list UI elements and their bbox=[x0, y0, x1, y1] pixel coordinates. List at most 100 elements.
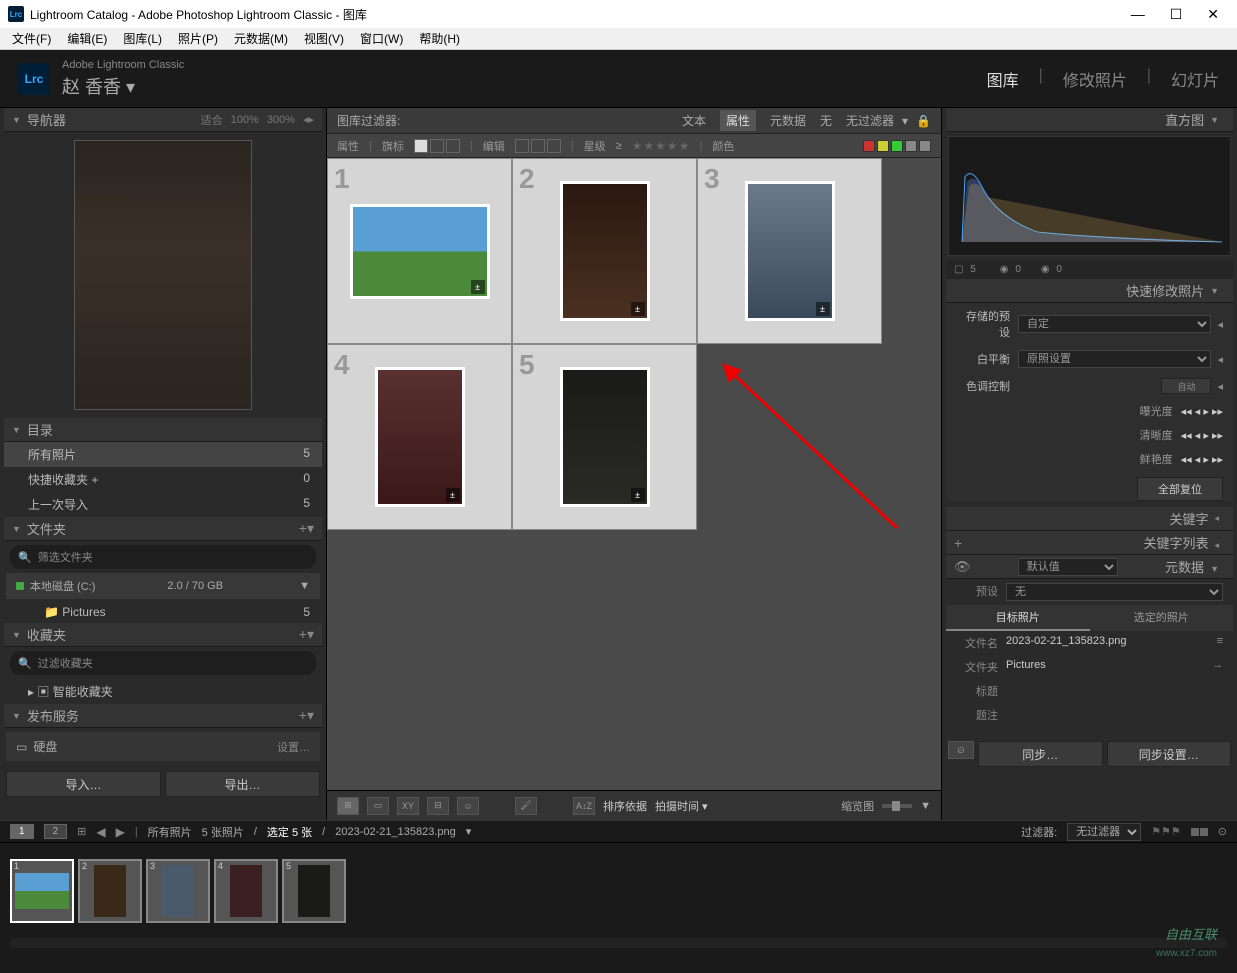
exposure-dec[interactable]: ◂ bbox=[1195, 406, 1201, 418]
histogram[interactable] bbox=[948, 136, 1231, 256]
folder-disk[interactable]: 本地磁盘 (C:) 2.0 / 70 GB ▼ bbox=[6, 573, 320, 599]
sync-settings-button[interactable]: 同步设置… bbox=[1107, 741, 1232, 767]
import-button[interactable]: 导入… bbox=[6, 771, 161, 797]
disclosure-icon[interactable]: ◂ bbox=[1217, 318, 1223, 331]
goto-icon[interactable]: → bbox=[1212, 659, 1223, 675]
compare-view-icon[interactable]: XY bbox=[397, 797, 419, 815]
folder-pictures[interactable]: 📁 Pictures 5 bbox=[4, 601, 322, 623]
filter-text-tab[interactable]: 文本 bbox=[682, 112, 706, 129]
disclosure-icon[interactable]: ◂ bbox=[1217, 380, 1223, 393]
people-view-icon[interactable]: ☺ bbox=[457, 797, 479, 815]
color-yellow[interactable] bbox=[877, 140, 889, 152]
vibrance-dec2[interactable]: ◂◂ bbox=[1181, 454, 1192, 466]
grid-area[interactable]: 1 ± 2 ± 3 ± 4 ± 5 ± bbox=[327, 158, 941, 790]
lock-icon[interactable]: 🔒 bbox=[916, 114, 931, 128]
star-2[interactable]: ★ bbox=[643, 139, 654, 153]
filmstrip-scrollbar[interactable] bbox=[10, 938, 1227, 948]
nav-zoom-300[interactable]: 300% bbox=[267, 114, 295, 126]
filter-preset[interactable]: 无过滤器 bbox=[846, 112, 894, 129]
folders-header[interactable]: ▼文件夹 +▾ bbox=[4, 517, 322, 541]
flag-filter-icon[interactable]: ⚑⚑⚑ bbox=[1151, 825, 1181, 838]
edit-2[interactable] bbox=[531, 139, 545, 153]
histogram-header[interactable]: 直方图▼ bbox=[946, 108, 1233, 132]
film-cell-1[interactable]: 1 bbox=[10, 859, 74, 923]
secondary-display[interactable]: 2 bbox=[44, 824, 68, 839]
preset-select[interactable]: 自定 bbox=[1018, 315, 1211, 333]
navigator-header[interactable]: ▼ 导航器 适合 100% 300% ◂▸ bbox=[4, 108, 322, 132]
exposure-inc2[interactable]: ▸▸ bbox=[1212, 406, 1223, 418]
grid-cell-2[interactable]: 2 ± bbox=[512, 158, 697, 344]
star-1[interactable]: ★ bbox=[632, 139, 643, 153]
action-icon[interactable]: ≡ bbox=[1217, 635, 1223, 651]
sort-value[interactable]: 拍摄时间 ▾ bbox=[655, 798, 708, 814]
catalog-quick-collection[interactable]: 快捷收藏夹 +0 bbox=[4, 467, 322, 492]
color-purple[interactable] bbox=[919, 140, 931, 152]
publish-add[interactable]: +▾ bbox=[299, 707, 314, 724]
close-button[interactable]: ✕ bbox=[1207, 6, 1219, 23]
edit-3[interactable] bbox=[547, 139, 561, 153]
film-cell-4[interactable]: 4 bbox=[214, 859, 278, 923]
keywordlist-add[interactable]: + bbox=[954, 535, 962, 551]
minimize-button[interactable]: — bbox=[1131, 6, 1145, 23]
metadata-header[interactable]: 👁 默认值 元数据▼ bbox=[946, 555, 1233, 579]
metadata-view-select[interactable]: 默认值 bbox=[1018, 558, 1118, 576]
menu-view[interactable]: 视图(V) bbox=[296, 30, 352, 47]
survey-view-icon[interactable]: ⊟ bbox=[427, 797, 449, 815]
nav-fit[interactable]: 适合 bbox=[201, 112, 223, 128]
grid-cell-1[interactable]: 1 ± bbox=[327, 158, 512, 344]
menu-help[interactable]: 帮助(H) bbox=[411, 30, 468, 47]
filmstrip[interactable]: 1 2 3 4 5 bbox=[0, 842, 1237, 938]
nav-forward[interactable]: ▶ bbox=[116, 825, 125, 839]
catalog-header[interactable]: ▼目录 bbox=[4, 418, 322, 442]
thumbnail-slider[interactable] bbox=[882, 804, 912, 808]
user-name[interactable]: 赵 香香 ▾ bbox=[62, 73, 184, 99]
source-path[interactable]: 所有照片 bbox=[148, 824, 192, 840]
clarity-inc[interactable]: ▸ bbox=[1203, 430, 1209, 442]
sort-direction-icon[interactable]: A↕Z bbox=[573, 797, 595, 815]
publish-header[interactable]: ▼发布服务 +▾ bbox=[4, 704, 322, 728]
menu-metadata[interactable]: 元数据(M) bbox=[226, 30, 296, 47]
wb-select[interactable]: 原照设置 bbox=[1018, 350, 1211, 368]
filter-none-tab[interactable]: 无 bbox=[820, 112, 832, 129]
flag-reject[interactable] bbox=[446, 139, 460, 153]
grid-toggle-icon[interactable]: ⊞ bbox=[77, 825, 86, 838]
clarity-inc2[interactable]: ▸▸ bbox=[1212, 430, 1223, 442]
catalog-all-photos[interactable]: 所有照片5 bbox=[4, 442, 322, 467]
menu-library[interactable]: 图库(L) bbox=[115, 30, 170, 47]
film-cell-5[interactable]: 5 bbox=[282, 859, 346, 923]
star-3[interactable]: ★ bbox=[655, 139, 666, 153]
flag-pick[interactable] bbox=[414, 139, 428, 153]
caption-field[interactable] bbox=[1006, 707, 1223, 723]
publish-harddrive[interactable]: ▭ 硬盘 设置… bbox=[6, 732, 320, 761]
menu-file[interactable]: 文件(F) bbox=[4, 30, 59, 47]
eye-icon[interactable]: 👁 bbox=[954, 559, 971, 575]
auto-tone-button[interactable]: 自动 bbox=[1161, 378, 1211, 394]
color-red[interactable] bbox=[863, 140, 875, 152]
grid-cell-3[interactable]: 3 ± bbox=[697, 158, 882, 344]
vibrance-inc[interactable]: ▸ bbox=[1203, 454, 1209, 466]
keywords-header[interactable]: 关键字◂ bbox=[946, 507, 1233, 531]
publish-setup[interactable]: 设置… bbox=[277, 739, 310, 755]
menu-window[interactable]: 窗口(W) bbox=[352, 30, 411, 47]
clarity-dec2[interactable]: ◂◂ bbox=[1181, 430, 1192, 442]
exposure-dec2[interactable]: ◂◂ bbox=[1181, 406, 1192, 418]
title-field[interactable] bbox=[1006, 683, 1223, 699]
flag-unflagged[interactable] bbox=[430, 139, 444, 153]
disclosure-icon[interactable]: ◂ bbox=[1217, 353, 1223, 366]
color-green[interactable] bbox=[891, 140, 903, 152]
nav-back[interactable]: ◀ bbox=[96, 825, 105, 839]
nav-zoom-100[interactable]: 100% bbox=[231, 114, 259, 126]
toolbar-menu-icon[interactable]: ▼ bbox=[920, 800, 931, 812]
vibrance-inc2[interactable]: ▸▸ bbox=[1212, 454, 1223, 466]
filter-switch-icon[interactable]: ⊙ bbox=[1218, 825, 1227, 838]
filter-attr-tab[interactable]: 属性 bbox=[720, 110, 756, 131]
target-photo-tab[interactable]: 目标照片 bbox=[946, 605, 1090, 631]
export-button[interactable]: 导出… bbox=[165, 771, 320, 797]
clarity-dec[interactable]: ◂ bbox=[1195, 430, 1201, 442]
module-develop[interactable]: 修改照片 bbox=[1063, 67, 1127, 91]
collections-search[interactable]: 🔍 过滤收藏夹 bbox=[10, 651, 316, 675]
menu-photo[interactable]: 照片(P) bbox=[170, 30, 226, 47]
film-cell-3[interactable]: 3 bbox=[146, 859, 210, 923]
filter-metadata-tab[interactable]: 元数据 bbox=[770, 112, 806, 129]
vibrance-dec[interactable]: ◂ bbox=[1195, 454, 1201, 466]
